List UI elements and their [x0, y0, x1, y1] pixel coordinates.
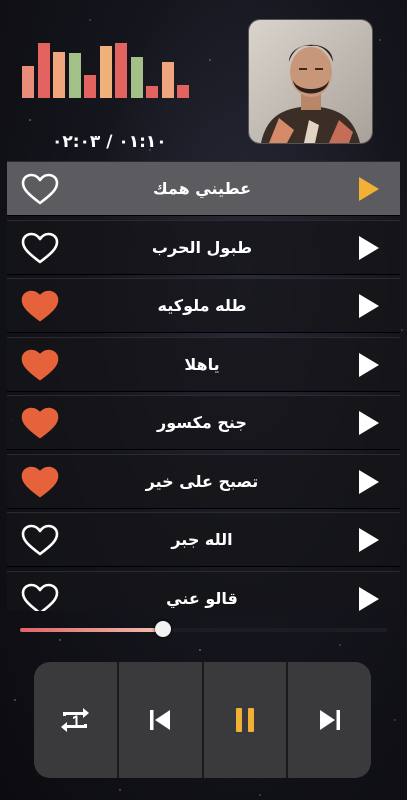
song-title: طله ملوكيه — [157, 296, 247, 315]
song-title: الله جبر — [171, 530, 233, 549]
heart-filled-icon[interactable] — [20, 289, 60, 323]
heart-outline-icon[interactable] — [20, 582, 60, 612]
equalizer-bar — [161, 62, 174, 98]
repeat-one-icon — [61, 708, 90, 732]
heart-outline-icon[interactable] — [20, 231, 60, 265]
heart-filled-icon[interactable] — [20, 406, 60, 440]
song-row[interactable]: ياهلا — [7, 336, 400, 392]
play-icon[interactable] — [358, 235, 380, 261]
song-title: ياهلا — [184, 354, 220, 374]
equalizer-bar — [37, 43, 50, 98]
equalizer-bar — [130, 57, 143, 98]
playback-time: ٠١:١٠ / ٠٢:٠٣ — [52, 132, 167, 152]
play-icon[interactable] — [358, 410, 380, 436]
next-button[interactable] — [288, 662, 371, 778]
play-icon[interactable] — [358, 293, 380, 319]
equalizer-bar — [99, 46, 112, 98]
progress-bar[interactable] — [20, 621, 387, 637]
heart-outline-icon[interactable] — [20, 172, 60, 206]
equalizer-bar — [146, 86, 158, 98]
equalizer-bar — [68, 53, 81, 98]
play-icon[interactable] — [358, 586, 380, 612]
song-title: عطيني همك — [152, 179, 252, 198]
progress-handle[interactable] — [155, 621, 172, 637]
heart-filled-icon[interactable] — [20, 348, 60, 382]
equalizer-bar — [115, 43, 127, 98]
play-icon[interactable] — [358, 176, 380, 202]
previous-icon — [150, 710, 171, 730]
heart-outline-icon[interactable] — [20, 523, 60, 557]
song-title: تصبح على خير — [145, 471, 259, 491]
equalizer-bar — [22, 66, 34, 98]
song-title: طبول الحرب — [151, 237, 253, 257]
equalizer-visualizer — [22, 40, 194, 98]
equalizer-bar — [177, 85, 189, 98]
pause-icon — [235, 708, 254, 732]
song-row[interactable]: طله ملوكيه — [7, 278, 400, 333]
next-icon — [319, 710, 340, 730]
play-icon[interactable] — [358, 527, 380, 553]
song-row[interactable]: الله جبر — [7, 512, 400, 567]
song-title: جنح مكسور — [157, 413, 247, 432]
song-row[interactable]: قالو عني — [7, 570, 400, 612]
player-controls — [34, 662, 371, 778]
equalizer-bar — [53, 52, 65, 98]
artist-avatar — [248, 19, 373, 144]
progress-fill — [20, 628, 164, 632]
song-row[interactable]: طبول الحرب — [7, 219, 400, 275]
song-row[interactable]: جنح مكسور — [7, 395, 400, 450]
song-list[interactable]: عطيني همك طبول الحرب طله ملوكيه ياهلا جنح مك… — [7, 161, 400, 611]
song-row[interactable]: تصبح على خير — [7, 453, 400, 509]
play-icon[interactable] — [358, 469, 380, 495]
play-icon[interactable] — [358, 352, 380, 378]
song-title: قالو عني — [166, 588, 238, 608]
song-row[interactable]: عطيني همك — [7, 161, 400, 216]
repeat-one-button[interactable] — [34, 662, 119, 778]
previous-button[interactable] — [119, 662, 204, 778]
equalizer-bar — [84, 75, 96, 98]
pause-button[interactable] — [204, 662, 289, 778]
artist-photo — [249, 20, 372, 143]
heart-filled-icon[interactable] — [20, 465, 60, 499]
